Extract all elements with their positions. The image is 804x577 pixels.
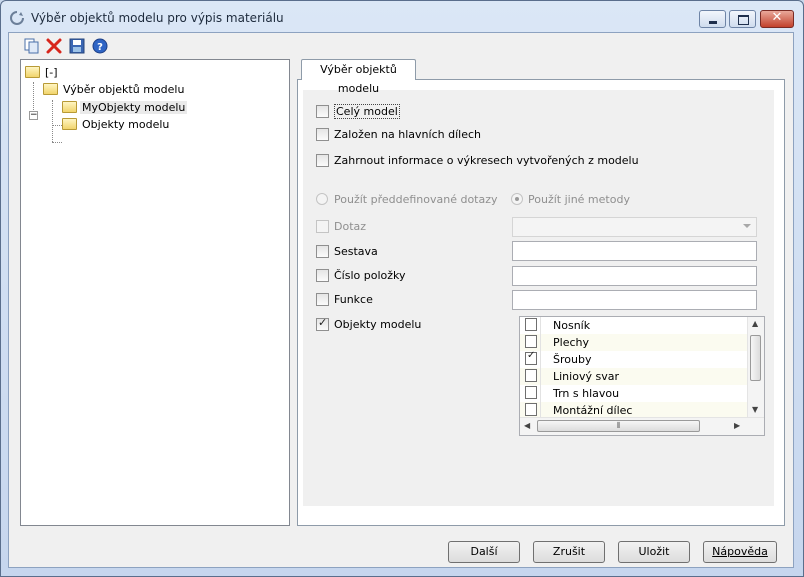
tree-collapse-toggle[interactable]: − bbox=[29, 111, 38, 120]
sestava-label: Sestava bbox=[334, 245, 378, 258]
horizontal-scroll-thumb[interactable]: ⦀ bbox=[537, 420, 700, 432]
dotaz-dropdown[interactable] bbox=[512, 217, 757, 237]
chevron-down-icon bbox=[743, 224, 751, 228]
tab-panel: Celý model Založen na hlavních dílech Za… bbox=[297, 79, 785, 526]
scroll-up-icon[interactable]: ▲ bbox=[752, 319, 758, 328]
list-item-label: Šrouby bbox=[553, 353, 592, 366]
column-divider bbox=[540, 351, 541, 368]
list-item-checkbox[interactable] bbox=[525, 318, 537, 331]
zalozen-label: Založen na hlavních dílech bbox=[334, 128, 481, 141]
list-item-label: Nosník bbox=[553, 319, 591, 332]
tree-item-label: MyObjekty modelu bbox=[80, 101, 188, 114]
dialog-client: ? − [-] Výběr objektů modelu MyObjekty m… bbox=[8, 32, 794, 568]
predefined-queries-radio[interactable] bbox=[316, 193, 328, 205]
zahrnout-label: Zahrnout informace o výkresech vytvořený… bbox=[334, 154, 639, 167]
predefined-queries-label: Použít předdefinované dotazy bbox=[334, 193, 498, 206]
help-icon[interactable]: ? bbox=[91, 37, 109, 55]
column-divider bbox=[540, 385, 541, 402]
tree-guide bbox=[52, 100, 53, 142]
tab-control: Výběr objektů modelu Celý model Založen … bbox=[297, 59, 785, 526]
list-item-label: Liniový svar bbox=[553, 370, 619, 383]
vertical-scroll-thumb[interactable] bbox=[750, 335, 761, 381]
delete-icon[interactable] bbox=[45, 37, 63, 55]
help-button[interactable]: Nápověda bbox=[703, 541, 777, 563]
minimize-icon bbox=[709, 21, 717, 24]
scroll-right-icon[interactable]: ▶ bbox=[734, 421, 740, 430]
dotaz-checkbox[interactable] bbox=[316, 220, 329, 233]
next-button[interactable]: Další bbox=[448, 541, 520, 563]
sestava-input[interactable] bbox=[512, 241, 757, 261]
object-type-list[interactable]: Nosník Plechy ✓ Šrouby Liniový svar Trn s hla… bbox=[519, 316, 765, 436]
title-bar[interactable]: Výběr objektů modelu pro výpis materiálu… bbox=[1, 1, 803, 33]
svg-text:?: ? bbox=[97, 42, 103, 53]
scroll-down-icon[interactable]: ▼ bbox=[752, 405, 758, 414]
tree-guide bbox=[52, 125, 62, 126]
radio-dot-icon bbox=[515, 197, 519, 201]
tree-item-label: Výběr objektů modelu bbox=[63, 83, 185, 96]
zalozen-checkbox[interactable] bbox=[316, 128, 329, 141]
minimize-button[interactable] bbox=[699, 10, 726, 28]
other-methods-label: Použít jiné metody bbox=[528, 193, 630, 206]
folder-icon bbox=[25, 66, 40, 78]
close-button[interactable]: ✕ bbox=[760, 10, 794, 28]
folder-icon bbox=[62, 101, 77, 113]
maximize-button[interactable] bbox=[729, 10, 756, 28]
tab-vyber-objektu[interactable]: Výběr objektů modelu bbox=[301, 59, 416, 95]
close-icon: ✕ bbox=[771, 10, 783, 25]
objekty-modelu-label: Objekty modelu bbox=[334, 318, 422, 331]
list-item-label: Trn s hlavou bbox=[553, 387, 620, 400]
column-divider bbox=[540, 368, 541, 385]
list-item-label: Plechy bbox=[553, 336, 589, 349]
other-methods-radio[interactable] bbox=[511, 193, 523, 205]
list-item-checkbox[interactable] bbox=[525, 335, 537, 348]
maximize-icon bbox=[738, 15, 749, 25]
list-item[interactable]: Plechy bbox=[520, 334, 747, 351]
funkce-checkbox[interactable] bbox=[316, 293, 329, 306]
column-divider bbox=[540, 317, 541, 334]
copy-icon[interactable] bbox=[23, 37, 41, 55]
list-item[interactable]: Nosník bbox=[520, 317, 747, 334]
folder-icon bbox=[43, 83, 58, 95]
tree-guide bbox=[33, 82, 34, 112]
list-item[interactable]: Trn s hlavou bbox=[520, 385, 747, 402]
cislo-polozky-checkbox[interactable] bbox=[316, 269, 329, 282]
tree-item-label: Objekty modelu bbox=[82, 118, 170, 131]
list-item[interactable]: Liniový svar bbox=[520, 368, 747, 385]
check-icon: ✓ bbox=[318, 316, 328, 329]
check-icon: ✓ bbox=[527, 350, 536, 361]
folder-icon bbox=[62, 118, 77, 130]
list-item-checkbox[interactable] bbox=[525, 403, 537, 416]
horizontal-scrollbar[interactable]: ◀ ⦀ ▶ bbox=[520, 417, 764, 435]
zahrnout-checkbox[interactable] bbox=[316, 154, 329, 167]
cislo-polozky-input[interactable] bbox=[512, 266, 757, 286]
save-button[interactable]: Uložit bbox=[618, 541, 690, 563]
app-icon bbox=[10, 11, 24, 25]
dialog-window: Výběr objektů modelu pro výpis materiálu… bbox=[0, 0, 804, 577]
list-item-checkbox[interactable] bbox=[525, 386, 537, 399]
list-item-checkbox[interactable] bbox=[525, 369, 537, 382]
scroll-left-icon[interactable]: ◀ bbox=[524, 421, 530, 430]
save-icon[interactable] bbox=[68, 37, 86, 55]
tab-content: Celý model Založen na hlavních dílech Za… bbox=[303, 90, 774, 506]
tree-guide bbox=[52, 142, 62, 143]
sestava-checkbox[interactable] bbox=[316, 245, 329, 258]
cely-model-checkbox[interactable] bbox=[316, 105, 329, 118]
funkce-input[interactable] bbox=[512, 290, 757, 310]
dotaz-label: Dotaz bbox=[334, 220, 367, 233]
funkce-label: Funkce bbox=[334, 293, 373, 306]
cislo-polozky-label: Číslo položky bbox=[334, 269, 406, 282]
objekty-modelu-checkbox[interactable]: ✓ bbox=[316, 316, 329, 331]
tree-item-label: [-] bbox=[45, 66, 58, 79]
cely-model-label: Celý model bbox=[334, 104, 400, 119]
vertical-scrollbar[interactable]: ▲ ▼ bbox=[747, 317, 764, 419]
list-item-checkbox[interactable]: ✓ bbox=[525, 350, 537, 365]
model-object-tree[interactable]: − [-] Výběr objektů modelu MyObjekty mod… bbox=[20, 59, 290, 526]
window-title: Výběr objektů modelu pro výpis materiálu bbox=[31, 11, 284, 25]
cancel-button[interactable]: Zrušit bbox=[533, 541, 605, 563]
list-item[interactable]: ✓ Šrouby bbox=[520, 350, 747, 368]
list-item-label: Montážní dílec bbox=[553, 404, 633, 417]
column-divider bbox=[540, 334, 541, 351]
